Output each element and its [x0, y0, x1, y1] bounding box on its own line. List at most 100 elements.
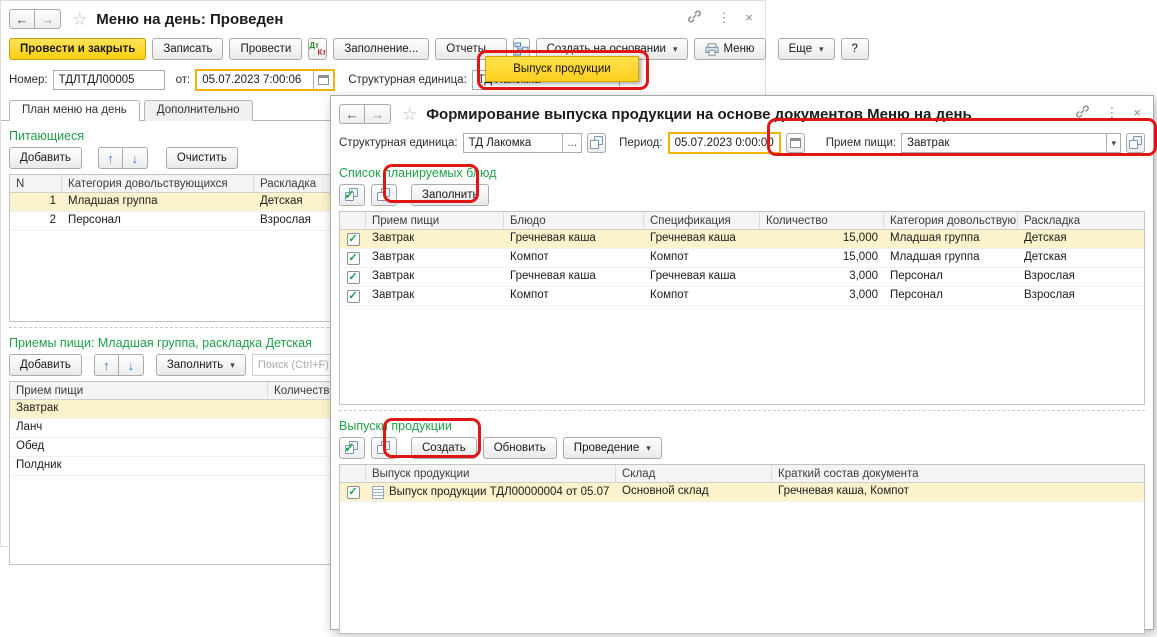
eaters-add-button[interactable]: Добавить — [9, 147, 82, 169]
create-based-on-menu-item-vypusk[interactable]: Выпуск продукции — [485, 56, 639, 82]
link-icon[interactable] — [1075, 104, 1090, 121]
column-header-warehouse[interactable]: Склад — [616, 465, 772, 482]
uncheck-all-button[interactable] — [371, 184, 397, 206]
table-row[interactable]: 1 Младшая группа Детская — [10, 193, 348, 212]
check-icon: ✓ — [348, 234, 357, 245]
printer-icon — [705, 43, 719, 56]
date-field[interactable]: 05.07.2023 7:00:06 — [195, 69, 335, 91]
move-down-button[interactable]: ↓ — [119, 354, 144, 376]
period-field[interactable]: 05.07.2023 0:00:00 — [668, 132, 781, 154]
column-header-output-doc[interactable]: Выпуск продукции — [366, 465, 616, 482]
check-all-button[interactable]: ✓ — [339, 184, 365, 206]
table-row[interactable]: ✓ Завтрак Гречневая каша Гречневая каша … — [340, 268, 1144, 287]
column-header-meal[interactable]: Прием пищи — [10, 382, 268, 399]
column-header-meal[interactable]: Прием пищи — [366, 212, 504, 229]
table-row[interactable]: ✓ Выпуск продукции ТДЛ00000004 от 05.07.… — [340, 483, 1144, 502]
post-and-close-button[interactable]: Провести и закрыть — [9, 38, 146, 60]
table-row[interactable]: Завтрак — [10, 400, 348, 419]
number-field[interactable]: ТДЛТДЛ00005 — [53, 70, 165, 90]
close-icon[interactable]: × — [745, 11, 753, 24]
more-dots-icon[interactable]: ⋮ — [1105, 106, 1118, 119]
document-header-fields: Номер: ТДЛТДЛ00005 от: 05.07.2023 7:00:0… — [1, 65, 765, 97]
more-dots-icon[interactable]: ⋮ — [717, 11, 730, 24]
move-up-button[interactable]: ↑ — [98, 147, 123, 169]
eaters-clear-button[interactable]: Очистить — [166, 147, 238, 169]
help-button[interactable]: ? — [841, 38, 869, 60]
fill-menu-button[interactable]: Заполнение... — [333, 38, 429, 60]
column-header-category[interactable]: Категория довольствующихся — [62, 175, 254, 192]
meal-combobox[interactable]: Завтрак ▾ — [901, 133, 1121, 153]
outputs-refresh-button[interactable]: Обновить — [483, 437, 557, 459]
favorite-star-icon[interactable]: ☆ — [72, 11, 87, 28]
calendar-button[interactable] — [313, 71, 333, 89]
forward-button[interactable]: → — [365, 104, 391, 124]
post-button[interactable]: Провести — [229, 38, 302, 60]
dishes-fill-button[interactable]: Заполнить — [411, 184, 489, 206]
outputs-table: Выпуск продукции Склад Краткий состав до… — [339, 464, 1145, 634]
meals-add-button[interactable]: Добавить — [9, 354, 82, 376]
back-button[interactable]: ← — [339, 104, 365, 124]
outputs-posting-button[interactable]: Проведение ▾ — [563, 437, 662, 459]
tab-additional[interactable]: Дополнительно — [144, 100, 253, 121]
link-icon[interactable] — [687, 9, 702, 26]
row-checkbox[interactable]: ✓ — [347, 486, 360, 499]
row-checkbox[interactable]: ✓ — [347, 271, 360, 284]
structural-unit-field[interactable]: ТД Лакомка ... — [463, 133, 582, 153]
window-formation: ← → ☆ Формирование выпуска продукции на … — [330, 95, 1154, 630]
outputs-section-title: Выпуски продукции — [339, 419, 1153, 433]
outputs-toolbar: ✓ Создать Обновить Проведение ▾ — [339, 437, 1153, 459]
table-row[interactable]: ✓ Завтрак Гречневая каша Гречневая каша … — [340, 230, 1144, 249]
choose-button[interactable]: ... — [562, 134, 581, 152]
combo-dropdown-button[interactable]: ▾ — [1106, 134, 1120, 152]
column-header-spec[interactable]: Спецификация — [644, 212, 760, 229]
chevron-down-icon: ▾ — [230, 360, 235, 371]
check-all-button[interactable]: ✓ — [339, 437, 365, 459]
column-header-qty[interactable]: Количество — [760, 212, 884, 229]
table-row[interactable]: ✓ Завтрак Компот Компот 15,000 Младшая г… — [340, 249, 1144, 268]
table-row[interactable]: 2 Персонал Взрослая — [10, 212, 348, 231]
dt-kt-postings-button[interactable]: Дт Кт — [308, 38, 327, 60]
column-header-dish[interactable]: Блюдо — [504, 212, 644, 229]
row-checkbox[interactable]: ✓ — [347, 290, 360, 303]
chevron-down-icon: ▾ — [819, 44, 824, 55]
back-button[interactable]: ← — [9, 9, 35, 29]
column-header-layout[interactable]: Раскладка — [1018, 212, 1144, 229]
check-icon: ✓ — [348, 291, 357, 302]
meals-section-title: Приемы пищи: Младшая группа, раскладка Д… — [9, 336, 337, 350]
column-header-category[interactable]: Категория довольствую... — [884, 212, 1018, 229]
table-row[interactable]: Обед — [10, 438, 348, 457]
number-label: Номер: — [9, 74, 48, 86]
forward-arrow-icon: → — [41, 12, 54, 27]
open-unit-button[interactable] — [587, 133, 606, 153]
open-meal-button[interactable] — [1126, 133, 1145, 153]
table-row[interactable]: Ланч — [10, 419, 348, 438]
row-checkbox[interactable]: ✓ — [347, 252, 360, 265]
up-arrow-icon: ↑ — [107, 151, 114, 166]
tab-plan-menu[interactable]: План меню на день — [9, 100, 140, 121]
up-arrow-icon: ↑ — [103, 358, 110, 373]
forward-button[interactable]: → — [35, 9, 61, 29]
check-icon: ✓ — [348, 487, 357, 498]
down-arrow-icon: ↓ — [128, 358, 135, 373]
favorite-star-icon[interactable]: ☆ — [402, 106, 417, 123]
table-row[interactable]: ✓ Завтрак Компот Компот 3,000 Персонал В… — [340, 287, 1144, 306]
column-header-n[interactable]: N — [10, 175, 62, 192]
print-menu-button[interactable]: Меню — [694, 38, 765, 60]
column-header-content[interactable]: Краткий состав документа — [772, 465, 1144, 482]
row-checkbox[interactable]: ✓ — [347, 233, 360, 246]
write-button[interactable]: Записать — [152, 38, 223, 60]
table-row[interactable]: Полдник — [10, 457, 348, 476]
close-icon[interactable]: × — [1133, 106, 1141, 119]
meals-table: Прием пищи Количество порций Завтрак Лан… — [9, 381, 349, 565]
move-down-button[interactable]: ↓ — [123, 147, 148, 169]
more-button[interactable]: Еще ▾ — [778, 38, 835, 60]
calendar-icon — [790, 138, 801, 148]
move-up-button[interactable]: ↑ — [94, 354, 119, 376]
uncheck-all-button[interactable] — [371, 437, 397, 459]
calendar-icon — [318, 75, 329, 85]
dishes-toolbar: ✓ Заполнить — [339, 184, 1153, 206]
meals-fill-button[interactable]: Заполнить ▾ — [156, 354, 246, 376]
period-calendar-button[interactable] — [786, 133, 805, 153]
structural-unit-label: Структурная единица: — [339, 137, 458, 149]
outputs-create-button[interactable]: Создать — [411, 437, 477, 459]
